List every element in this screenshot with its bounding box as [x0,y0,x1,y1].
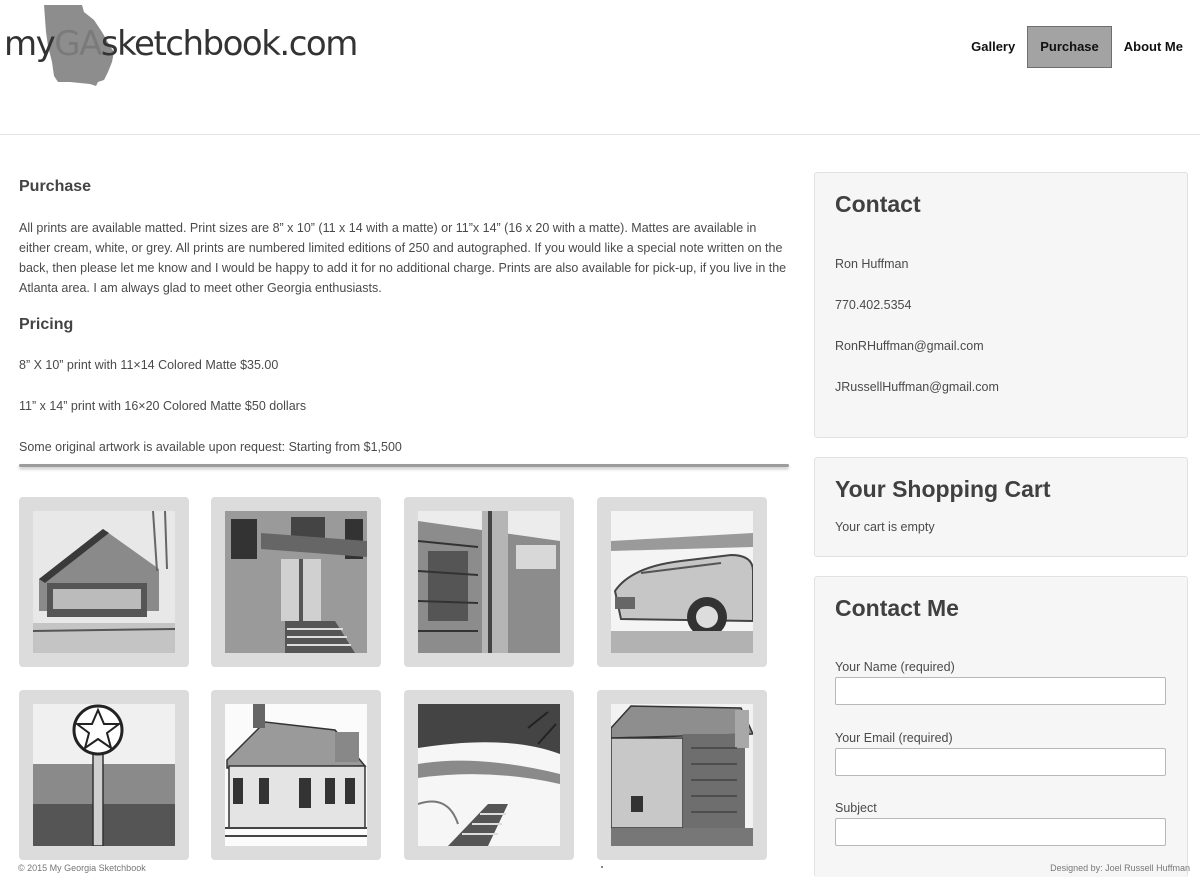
boardwalk-creek-sketch-icon [418,704,560,846]
old-store-sketch-icon [418,511,560,653]
contact-email-secondary[interactable]: JRussellHuffman@gmail.com [835,380,999,394]
contact-widget: Contact Ron Huffman 770.402.5354 RonRHuf… [814,172,1188,438]
logo-suffix: sketchbook.com [100,24,358,64]
main-nav: Gallery Purchase About Me [959,26,1195,68]
name-field[interactable] [835,677,1166,705]
purchase-heading: Purchase [19,178,92,195]
site-logo[interactable]: myGAsketchbook.com [0,2,360,92]
price-large-print: 11” x 14” print with 16×20 Colored Matte… [19,399,307,413]
nav-gallery[interactable]: Gallery [959,26,1027,68]
gallery-thumb-old-building[interactable] [211,497,381,667]
gallery-thumb-farmhouse[interactable] [211,690,381,860]
farmhouse-sketch-icon [225,704,367,846]
logo-prefix: my [4,24,56,64]
email-field[interactable] [835,748,1166,776]
price-small-print: 8” X 10” print with 11×14 Colored Matte … [19,358,279,372]
purchase-description: All prints are available matted. Print s… [19,221,787,295]
price-original-artwork: Some original artwork is available upon … [19,440,402,454]
classic-car-sketch-icon [611,511,753,653]
stone-barn-sketch-icon [611,704,753,846]
pricing-heading: Pricing [19,316,74,333]
footer-credit[interactable]: Designed by: Joel Russell Huffman [1050,863,1190,873]
gallery-thumb-stone-barn[interactable] [597,690,767,860]
site-header: myGAsketchbook.com Gallery Purchase Abou… [0,0,1200,135]
contact-name: Ron Huffman [835,257,909,271]
gallery-thumb-classic-car[interactable] [597,497,767,667]
nav-purchase[interactable]: Purchase [1027,26,1112,68]
covered-bridge-sketch-icon [33,511,175,653]
contact-phone[interactable]: 770.402.5354 [835,298,911,312]
contact-form-heading: Contact Me [835,595,959,621]
gallery-thumb-boardwalk-creek[interactable] [404,690,574,860]
footer-copyright: © 2015 My Georgia Sketchbook [18,863,146,873]
gallery-thumb-covered-bridge[interactable] [19,497,189,667]
logo-state: GA [54,24,102,64]
contact-heading: Contact [835,191,921,217]
cart-status: Your cart is empty [835,520,935,534]
section-divider [19,464,789,467]
subject-field-label: Subject [835,801,877,815]
email-field-label: Your Email (required) [835,731,953,745]
footer-separator [601,866,603,868]
star-sign-sketch-icon [33,704,175,846]
shopping-cart-widget: Your Shopping Cart Your cart is empty [814,457,1188,557]
logo-wordmark: myGAsketchbook.com [4,24,358,64]
gallery-thumb-old-store[interactable] [404,497,574,667]
cart-heading: Your Shopping Cart [835,476,1051,502]
subject-field[interactable] [835,818,1166,846]
old-building-stairs-sketch-icon [225,511,367,653]
name-field-label: Your Name (required) [835,660,955,674]
contact-email-primary[interactable]: RonRHuffman@gmail.com [835,339,984,353]
nav-about-me[interactable]: About Me [1112,26,1195,68]
gallery-thumb-star-sign[interactable] [19,690,189,860]
contact-form-widget: Contact Me Your Name (required) Your Ema… [814,576,1188,877]
